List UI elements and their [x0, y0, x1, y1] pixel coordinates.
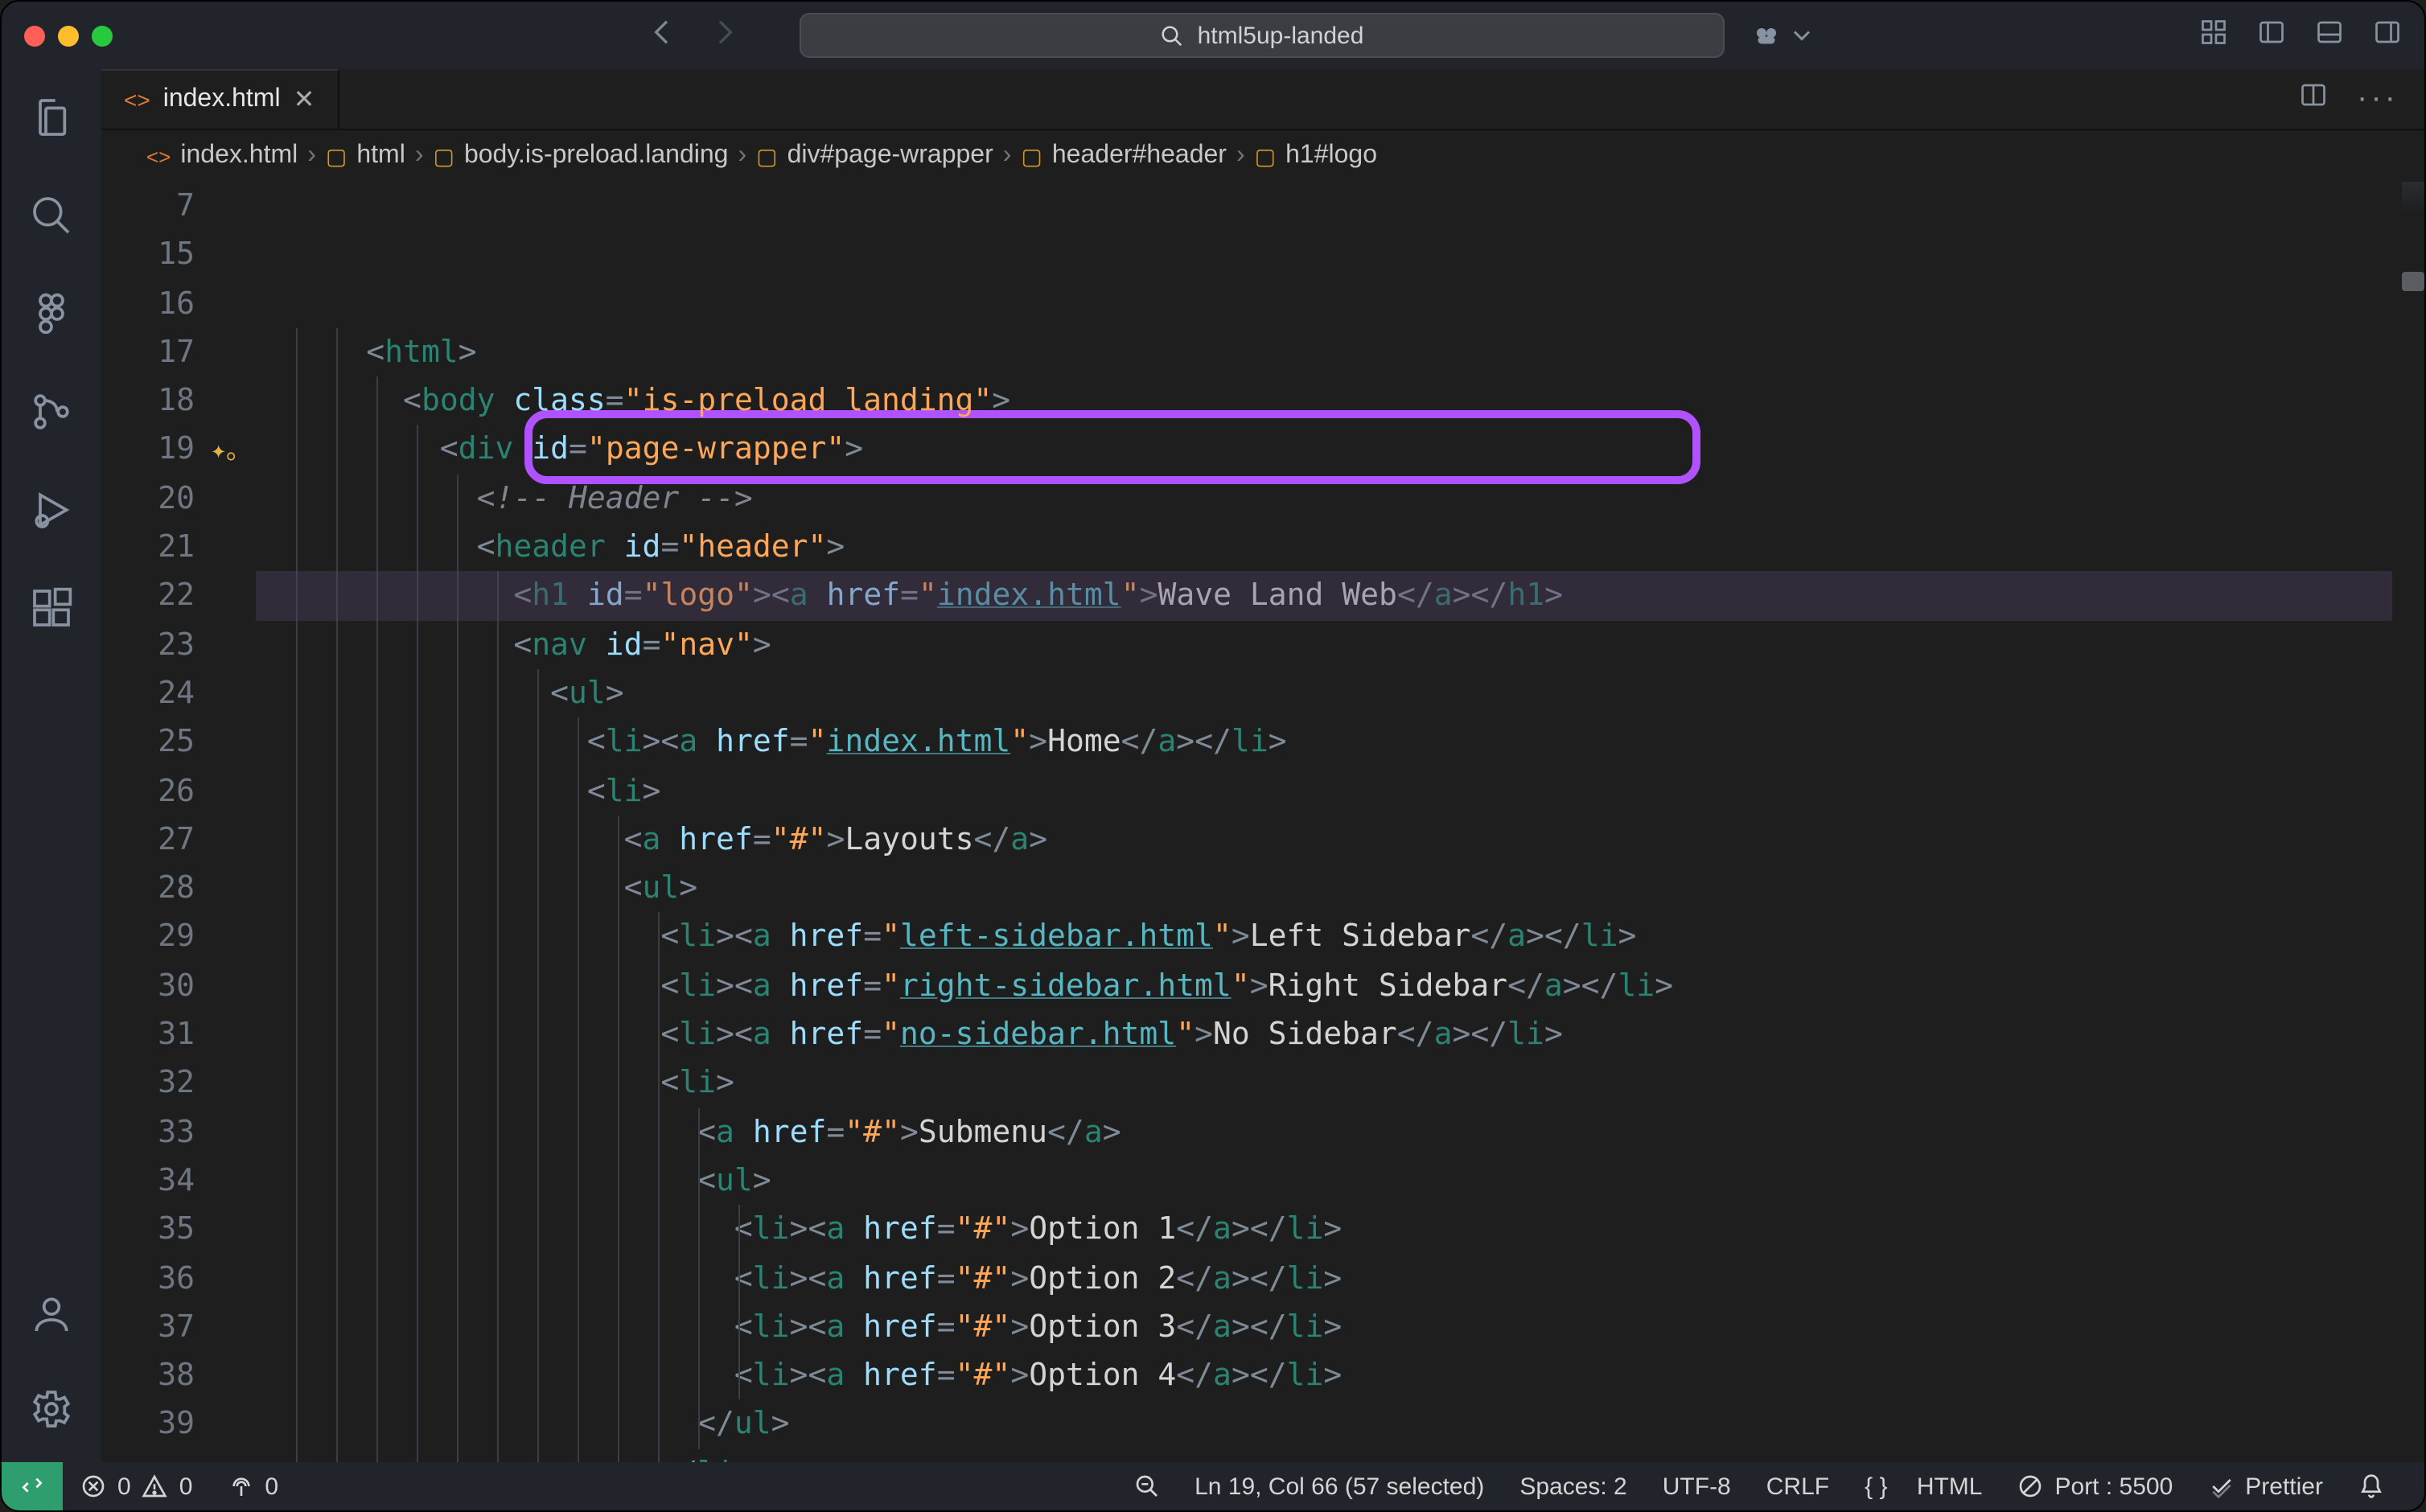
symbol-icon: ▢: [433, 142, 454, 170]
minimize-window-button[interactable]: [58, 25, 79, 46]
antenna-icon: [228, 1473, 253, 1499]
nav-arrows: [647, 15, 740, 55]
prettier-button[interactable]: Prettier: [2190, 1473, 2341, 1500]
customize-layout-button[interactable]: [2199, 17, 2228, 54]
warning-count: 0: [179, 1473, 193, 1500]
problems-button[interactable]: 0 0: [63, 1473, 210, 1500]
chevron-down-icon: [1787, 21, 1816, 50]
close-window-button[interactable]: [24, 25, 45, 46]
split-editor-button[interactable]: [2299, 80, 2328, 117]
remote-button[interactable]: [2, 1462, 63, 1510]
check-icon: [2208, 1473, 2234, 1499]
html-file-icon: <>: [124, 87, 150, 113]
toggle-secondary-sidebar-button[interactable]: [2373, 17, 2402, 54]
error-count: 0: [117, 1473, 131, 1500]
zoom-icon: [1133, 1473, 1159, 1499]
cursor-position[interactable]: Ln 19, Col 66 (57 selected): [1177, 1473, 1502, 1500]
breadcrumb-item[interactable]: index.html: [180, 142, 298, 171]
more-actions-button[interactable]: ···: [2357, 80, 2399, 117]
error-icon: [80, 1473, 106, 1499]
activity-bar: [2, 69, 101, 1462]
no-entry-icon: [2018, 1473, 2044, 1499]
search-view-button[interactable]: [29, 193, 74, 246]
indentation-button[interactable]: Spaces: 2: [1502, 1473, 1644, 1500]
titlebar: html5up-landed: [2, 2, 2424, 69]
breadcrumb-item[interactable]: header#header: [1052, 142, 1227, 171]
search-icon: [1161, 23, 1185, 47]
warning-icon: [142, 1473, 168, 1499]
language-mode-button[interactable]: { } HTML: [1847, 1473, 2000, 1500]
symbol-icon: ▢: [326, 142, 347, 170]
command-center-search[interactable]: html5up-landed: [800, 13, 1725, 58]
zoom-button[interactable]: [1116, 1473, 1177, 1499]
eol-button[interactable]: CRLF: [1749, 1473, 1847, 1500]
copilot-button[interactable]: [1752, 21, 1816, 50]
bell-icon: [2358, 1473, 2384, 1499]
accounts-button[interactable]: [29, 1292, 74, 1345]
explorer-view-button[interactable]: [29, 95, 74, 148]
line-numbers: 7151617181920212223242526272829303132333…: [101, 182, 211, 1462]
status-bar: 0 0 0 Ln 19, Col 66 (57 selected) Spaces…: [2, 1462, 2424, 1510]
source-control-button[interactable]: [29, 389, 74, 442]
ports-button[interactable]: 0: [210, 1473, 296, 1500]
tab-filename: index.html: [163, 85, 281, 114]
copilot-icon: [1752, 21, 1781, 50]
nav-back-button[interactable]: [647, 15, 679, 55]
run-debug-button[interactable]: [29, 487, 74, 540]
tab-index-html[interactable]: <> index.html ✕: [101, 69, 339, 129]
toggle-panel-button[interactable]: [2315, 17, 2344, 54]
symbol-icon: ▢: [1255, 142, 1276, 170]
ports-count: 0: [265, 1473, 278, 1500]
extensions-button[interactable]: [29, 585, 74, 639]
symbol-icon: ▢: [756, 142, 777, 170]
breadcrumb-item[interactable]: div#page-wrapper: [787, 142, 993, 171]
figma-view-button[interactable]: [29, 291, 74, 344]
tab-bar: <> index.html ✕ ···: [101, 69, 2424, 130]
maximize-window-button[interactable]: [92, 25, 113, 46]
live-server-button[interactable]: Port : 5500: [2000, 1473, 2191, 1500]
breadcrumb-item[interactable]: body.is-preload.landing: [464, 142, 729, 171]
notifications-button[interactable]: [2341, 1473, 2402, 1499]
encoding-button[interactable]: UTF-8: [1645, 1473, 1749, 1500]
code-area[interactable]: <html> <body class="is-preload landing">…: [256, 182, 2424, 1462]
search-text: html5up-landed: [1198, 22, 1364, 49]
glyph-margin: ✦｡: [211, 182, 256, 1462]
editor[interactable]: 7151617181920212223242526272829303132333…: [101, 182, 2424, 1462]
nav-forward-button[interactable]: [708, 15, 740, 55]
breadcrumb-item[interactable]: h1#logo: [1285, 142, 1377, 171]
html-file-icon: <>: [146, 144, 171, 168]
settings-button[interactable]: [29, 1387, 74, 1440]
breadcrumb[interactable]: <> index.html › ▢ html › ▢ body.is-prelo…: [101, 130, 2424, 182]
window-controls: [24, 25, 113, 46]
vscode-window: html5up-landed <> index.html: [0, 0, 2426, 1512]
symbol-icon: ▢: [1021, 142, 1042, 170]
tab-close-button[interactable]: ✕: [294, 84, 315, 116]
toggle-sidebar-button[interactable]: [2257, 17, 2286, 54]
breadcrumb-item[interactable]: html: [356, 142, 405, 171]
